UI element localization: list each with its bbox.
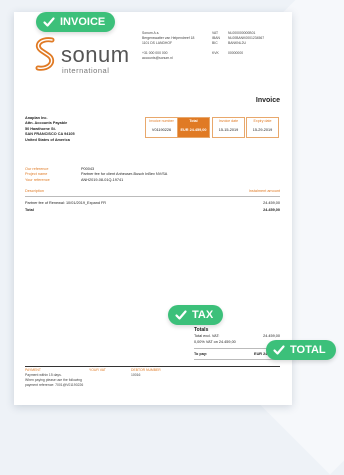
check-icon	[175, 310, 187, 320]
footer-divider	[25, 366, 280, 367]
bill-to-line: SAN FRANCISCO CA 94105	[25, 132, 75, 137]
divider	[25, 196, 280, 197]
company-id-values: NL000000000B01 NL00BANK0001234567 BANKNL…	[228, 31, 264, 56]
meta-total: Total EUR 24.459,00	[177, 117, 210, 138]
meta-invoice-date: Invoice date 15-15-2019	[212, 117, 245, 138]
footer-vat-head: YOUR VAT	[89, 368, 106, 372]
footer-line: payment reference: 7001@V01190226	[25, 383, 84, 387]
sonum-logo-icon	[35, 37, 55, 71]
totals-title: Totals	[194, 327, 209, 333]
reference-label: Your reference	[25, 177, 50, 182]
total-row-amount: 24.459,00	[263, 208, 280, 212]
tax-badge: TAX	[168, 305, 224, 325]
reference-labels: Our reference Project name Your referenc…	[25, 167, 50, 183]
footer-payment-lines: Payment within 15 days. When paying plea…	[25, 373, 83, 388]
bill-to-line: United States of America	[25, 137, 70, 142]
reference-value: ANH2019-08-01Q-19741	[81, 177, 124, 182]
meta-invoice-number: Invoice number V01190226	[145, 117, 178, 138]
company-address: Sonum A.s. Bergenswatter van Helpendreef…	[142, 31, 194, 61]
badge-label: TOTAL	[290, 344, 326, 356]
total-badge: TOTAL	[266, 340, 336, 360]
total-row-label: Total	[25, 208, 34, 212]
logo-subtitle: international	[62, 66, 110, 75]
invoice-badge: INVOICE	[36, 12, 116, 32]
totals-vat-label: 0,00% VAT on 24.459,00	[194, 340, 236, 344]
company-id-labels: VAT IBAN BIC KVK	[212, 31, 220, 56]
meta-expiry-date: Expiry date 15-29-2019	[246, 117, 279, 138]
id-value: 00000000	[228, 51, 244, 55]
divider	[194, 359, 280, 360]
check-icon	[43, 17, 55, 27]
line-amount: 24.459,00	[263, 201, 280, 205]
company-email: accounts@sonum.nl	[142, 56, 173, 60]
check-icon	[273, 345, 285, 355]
invoice-document: sonum international Sonum A.s. Bergenswa…	[14, 12, 292, 405]
line-description: Partner fee of Renewal: 10/01/2019_Expan…	[25, 201, 107, 205]
bill-to-block: Anaplan Inc. Attn. Accounts Payable 50 H…	[25, 116, 75, 143]
footer-debtor-value: 10016	[131, 373, 141, 377]
totals-pay-label: To pay:	[194, 352, 208, 356]
totals-excl-label: Total excl. VAT:	[194, 334, 220, 338]
badge-label: INVOICE	[60, 16, 106, 28]
lines-header-description: Description	[25, 189, 44, 193]
id-label: KVK	[212, 51, 219, 55]
meta-value: V01190226	[151, 128, 172, 132]
meta-value: 15-15-2019	[218, 128, 239, 132]
document-title: Invoice	[255, 97, 280, 104]
meta-value: 15-29-2019	[252, 128, 273, 132]
logo-wordmark: sonum	[61, 42, 130, 67]
badge-label: TAX	[192, 309, 214, 321]
reference-values: P00043 Partner fee for client Anheuser-B…	[81, 167, 167, 183]
meta-value: EUR 24.459,00	[180, 128, 207, 132]
lines-header-amount: Instalment amount	[248, 189, 280, 193]
totals-excl-value: 24.459,00	[263, 334, 280, 338]
